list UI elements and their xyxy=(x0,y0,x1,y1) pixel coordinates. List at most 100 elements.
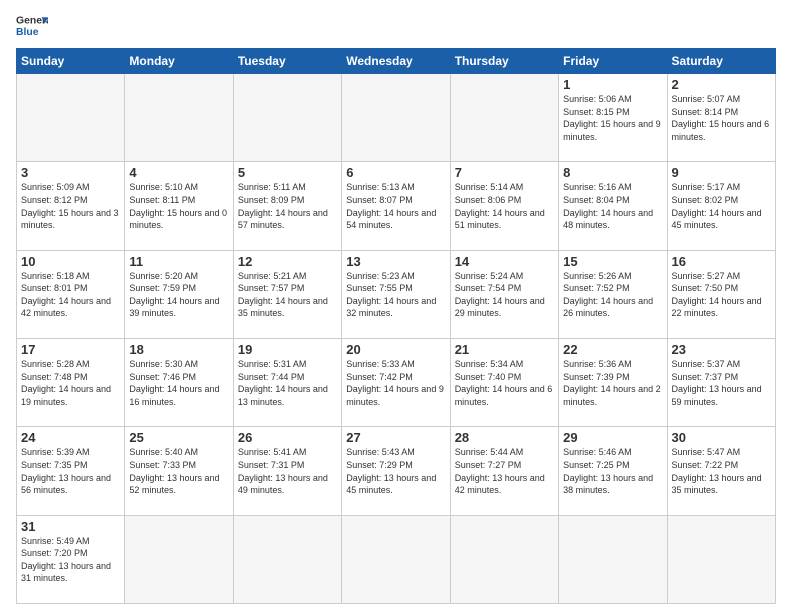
day-number: 25 xyxy=(129,430,228,445)
day-number: 29 xyxy=(563,430,662,445)
day-number: 24 xyxy=(21,430,120,445)
day-info: Sunrise: 5:46 AM Sunset: 7:25 PM Dayligh… xyxy=(563,446,662,496)
day-info: Sunrise: 5:27 AM Sunset: 7:50 PM Dayligh… xyxy=(672,270,771,320)
day-number: 18 xyxy=(129,342,228,357)
calendar-cell: 10Sunrise: 5:18 AM Sunset: 8:01 PM Dayli… xyxy=(17,250,125,338)
weekday-header-sunday: Sunday xyxy=(17,49,125,74)
calendar-cell xyxy=(342,515,450,603)
calendar-cell: 29Sunrise: 5:46 AM Sunset: 7:25 PM Dayli… xyxy=(559,427,667,515)
calendar-cell: 25Sunrise: 5:40 AM Sunset: 7:33 PM Dayli… xyxy=(125,427,233,515)
calendar-cell: 24Sunrise: 5:39 AM Sunset: 7:35 PM Dayli… xyxy=(17,427,125,515)
generalblue-logo-icon: General Blue xyxy=(16,12,48,40)
calendar-cell: 30Sunrise: 5:47 AM Sunset: 7:22 PM Dayli… xyxy=(667,427,775,515)
calendar-cell: 2Sunrise: 5:07 AM Sunset: 8:14 PM Daylig… xyxy=(667,74,775,162)
day-number: 1 xyxy=(563,77,662,92)
calendar-cell: 13Sunrise: 5:23 AM Sunset: 7:55 PM Dayli… xyxy=(342,250,450,338)
day-info: Sunrise: 5:37 AM Sunset: 7:37 PM Dayligh… xyxy=(672,358,771,408)
day-info: Sunrise: 5:24 AM Sunset: 7:54 PM Dayligh… xyxy=(455,270,554,320)
day-number: 26 xyxy=(238,430,337,445)
weekday-row: SundayMondayTuesdayWednesdayThursdayFrid… xyxy=(17,49,776,74)
day-info: Sunrise: 5:26 AM Sunset: 7:52 PM Dayligh… xyxy=(563,270,662,320)
day-info: Sunrise: 5:30 AM Sunset: 7:46 PM Dayligh… xyxy=(129,358,228,408)
day-info: Sunrise: 5:20 AM Sunset: 7:59 PM Dayligh… xyxy=(129,270,228,320)
calendar-cell: 11Sunrise: 5:20 AM Sunset: 7:59 PM Dayli… xyxy=(125,250,233,338)
day-number: 8 xyxy=(563,165,662,180)
calendar-cell: 19Sunrise: 5:31 AM Sunset: 7:44 PM Dayli… xyxy=(233,338,341,426)
day-number: 9 xyxy=(672,165,771,180)
weekday-header-monday: Monday xyxy=(125,49,233,74)
calendar-cell: 6Sunrise: 5:13 AM Sunset: 8:07 PM Daylig… xyxy=(342,162,450,250)
day-info: Sunrise: 5:09 AM Sunset: 8:12 PM Dayligh… xyxy=(21,181,120,231)
calendar-cell: 14Sunrise: 5:24 AM Sunset: 7:54 PM Dayli… xyxy=(450,250,558,338)
calendar-cell: 27Sunrise: 5:43 AM Sunset: 7:29 PM Dayli… xyxy=(342,427,450,515)
calendar-cell: 28Sunrise: 5:44 AM Sunset: 7:27 PM Dayli… xyxy=(450,427,558,515)
calendar-cell: 3Sunrise: 5:09 AM Sunset: 8:12 PM Daylig… xyxy=(17,162,125,250)
day-info: Sunrise: 5:21 AM Sunset: 7:57 PM Dayligh… xyxy=(238,270,337,320)
day-number: 7 xyxy=(455,165,554,180)
calendar-cell: 18Sunrise: 5:30 AM Sunset: 7:46 PM Dayli… xyxy=(125,338,233,426)
day-info: Sunrise: 5:07 AM Sunset: 8:14 PM Dayligh… xyxy=(672,93,771,143)
calendar-week-0: 1Sunrise: 5:06 AM Sunset: 8:15 PM Daylig… xyxy=(17,74,776,162)
calendar-header: SundayMondayTuesdayWednesdayThursdayFrid… xyxy=(17,49,776,74)
day-info: Sunrise: 5:13 AM Sunset: 8:07 PM Dayligh… xyxy=(346,181,445,231)
calendar-cell: 22Sunrise: 5:36 AM Sunset: 7:39 PM Dayli… xyxy=(559,338,667,426)
day-info: Sunrise: 5:11 AM Sunset: 8:09 PM Dayligh… xyxy=(238,181,337,231)
day-number: 27 xyxy=(346,430,445,445)
calendar-cell: 8Sunrise: 5:16 AM Sunset: 8:04 PM Daylig… xyxy=(559,162,667,250)
weekday-header-thursday: Thursday xyxy=(450,49,558,74)
calendar-cell: 15Sunrise: 5:26 AM Sunset: 7:52 PM Dayli… xyxy=(559,250,667,338)
day-info: Sunrise: 5:18 AM Sunset: 8:01 PM Dayligh… xyxy=(21,270,120,320)
header: General Blue xyxy=(16,12,776,40)
day-info: Sunrise: 5:47 AM Sunset: 7:22 PM Dayligh… xyxy=(672,446,771,496)
day-number: 6 xyxy=(346,165,445,180)
day-info: Sunrise: 5:49 AM Sunset: 7:20 PM Dayligh… xyxy=(21,535,120,585)
day-number: 21 xyxy=(455,342,554,357)
calendar-cell xyxy=(17,74,125,162)
calendar-cell xyxy=(559,515,667,603)
day-info: Sunrise: 5:43 AM Sunset: 7:29 PM Dayligh… xyxy=(346,446,445,496)
weekday-header-saturday: Saturday xyxy=(667,49,775,74)
calendar-cell xyxy=(125,74,233,162)
day-number: 30 xyxy=(672,430,771,445)
day-number: 16 xyxy=(672,254,771,269)
calendar-cell: 21Sunrise: 5:34 AM Sunset: 7:40 PM Dayli… xyxy=(450,338,558,426)
day-info: Sunrise: 5:17 AM Sunset: 8:02 PM Dayligh… xyxy=(672,181,771,231)
calendar-cell xyxy=(342,74,450,162)
day-number: 31 xyxy=(21,519,120,534)
day-info: Sunrise: 5:23 AM Sunset: 7:55 PM Dayligh… xyxy=(346,270,445,320)
day-info: Sunrise: 5:36 AM Sunset: 7:39 PM Dayligh… xyxy=(563,358,662,408)
weekday-header-wednesday: Wednesday xyxy=(342,49,450,74)
day-number: 19 xyxy=(238,342,337,357)
day-number: 4 xyxy=(129,165,228,180)
day-number: 23 xyxy=(672,342,771,357)
calendar-cell xyxy=(233,74,341,162)
calendar-cell: 20Sunrise: 5:33 AM Sunset: 7:42 PM Dayli… xyxy=(342,338,450,426)
calendar-cell xyxy=(450,74,558,162)
day-number: 15 xyxy=(563,254,662,269)
calendar-week-1: 3Sunrise: 5:09 AM Sunset: 8:12 PM Daylig… xyxy=(17,162,776,250)
calendar-body: 1Sunrise: 5:06 AM Sunset: 8:15 PM Daylig… xyxy=(17,74,776,604)
calendar-cell: 26Sunrise: 5:41 AM Sunset: 7:31 PM Dayli… xyxy=(233,427,341,515)
calendar-cell xyxy=(667,515,775,603)
calendar-cell: 1Sunrise: 5:06 AM Sunset: 8:15 PM Daylig… xyxy=(559,74,667,162)
weekday-header-friday: Friday xyxy=(559,49,667,74)
day-info: Sunrise: 5:33 AM Sunset: 7:42 PM Dayligh… xyxy=(346,358,445,408)
calendar-cell: 23Sunrise: 5:37 AM Sunset: 7:37 PM Dayli… xyxy=(667,338,775,426)
day-number: 5 xyxy=(238,165,337,180)
day-info: Sunrise: 5:39 AM Sunset: 7:35 PM Dayligh… xyxy=(21,446,120,496)
day-number: 11 xyxy=(129,254,228,269)
day-number: 14 xyxy=(455,254,554,269)
calendar-cell xyxy=(233,515,341,603)
day-info: Sunrise: 5:31 AM Sunset: 7:44 PM Dayligh… xyxy=(238,358,337,408)
calendar-table: SundayMondayTuesdayWednesdayThursdayFrid… xyxy=(16,48,776,604)
calendar-cell: 17Sunrise: 5:28 AM Sunset: 7:48 PM Dayli… xyxy=(17,338,125,426)
calendar-cell: 9Sunrise: 5:17 AM Sunset: 8:02 PM Daylig… xyxy=(667,162,775,250)
day-number: 22 xyxy=(563,342,662,357)
day-info: Sunrise: 5:28 AM Sunset: 7:48 PM Dayligh… xyxy=(21,358,120,408)
day-number: 13 xyxy=(346,254,445,269)
weekday-header-tuesday: Tuesday xyxy=(233,49,341,74)
day-number: 2 xyxy=(672,77,771,92)
calendar-week-4: 24Sunrise: 5:39 AM Sunset: 7:35 PM Dayli… xyxy=(17,427,776,515)
day-info: Sunrise: 5:16 AM Sunset: 8:04 PM Dayligh… xyxy=(563,181,662,231)
calendar-cell xyxy=(450,515,558,603)
